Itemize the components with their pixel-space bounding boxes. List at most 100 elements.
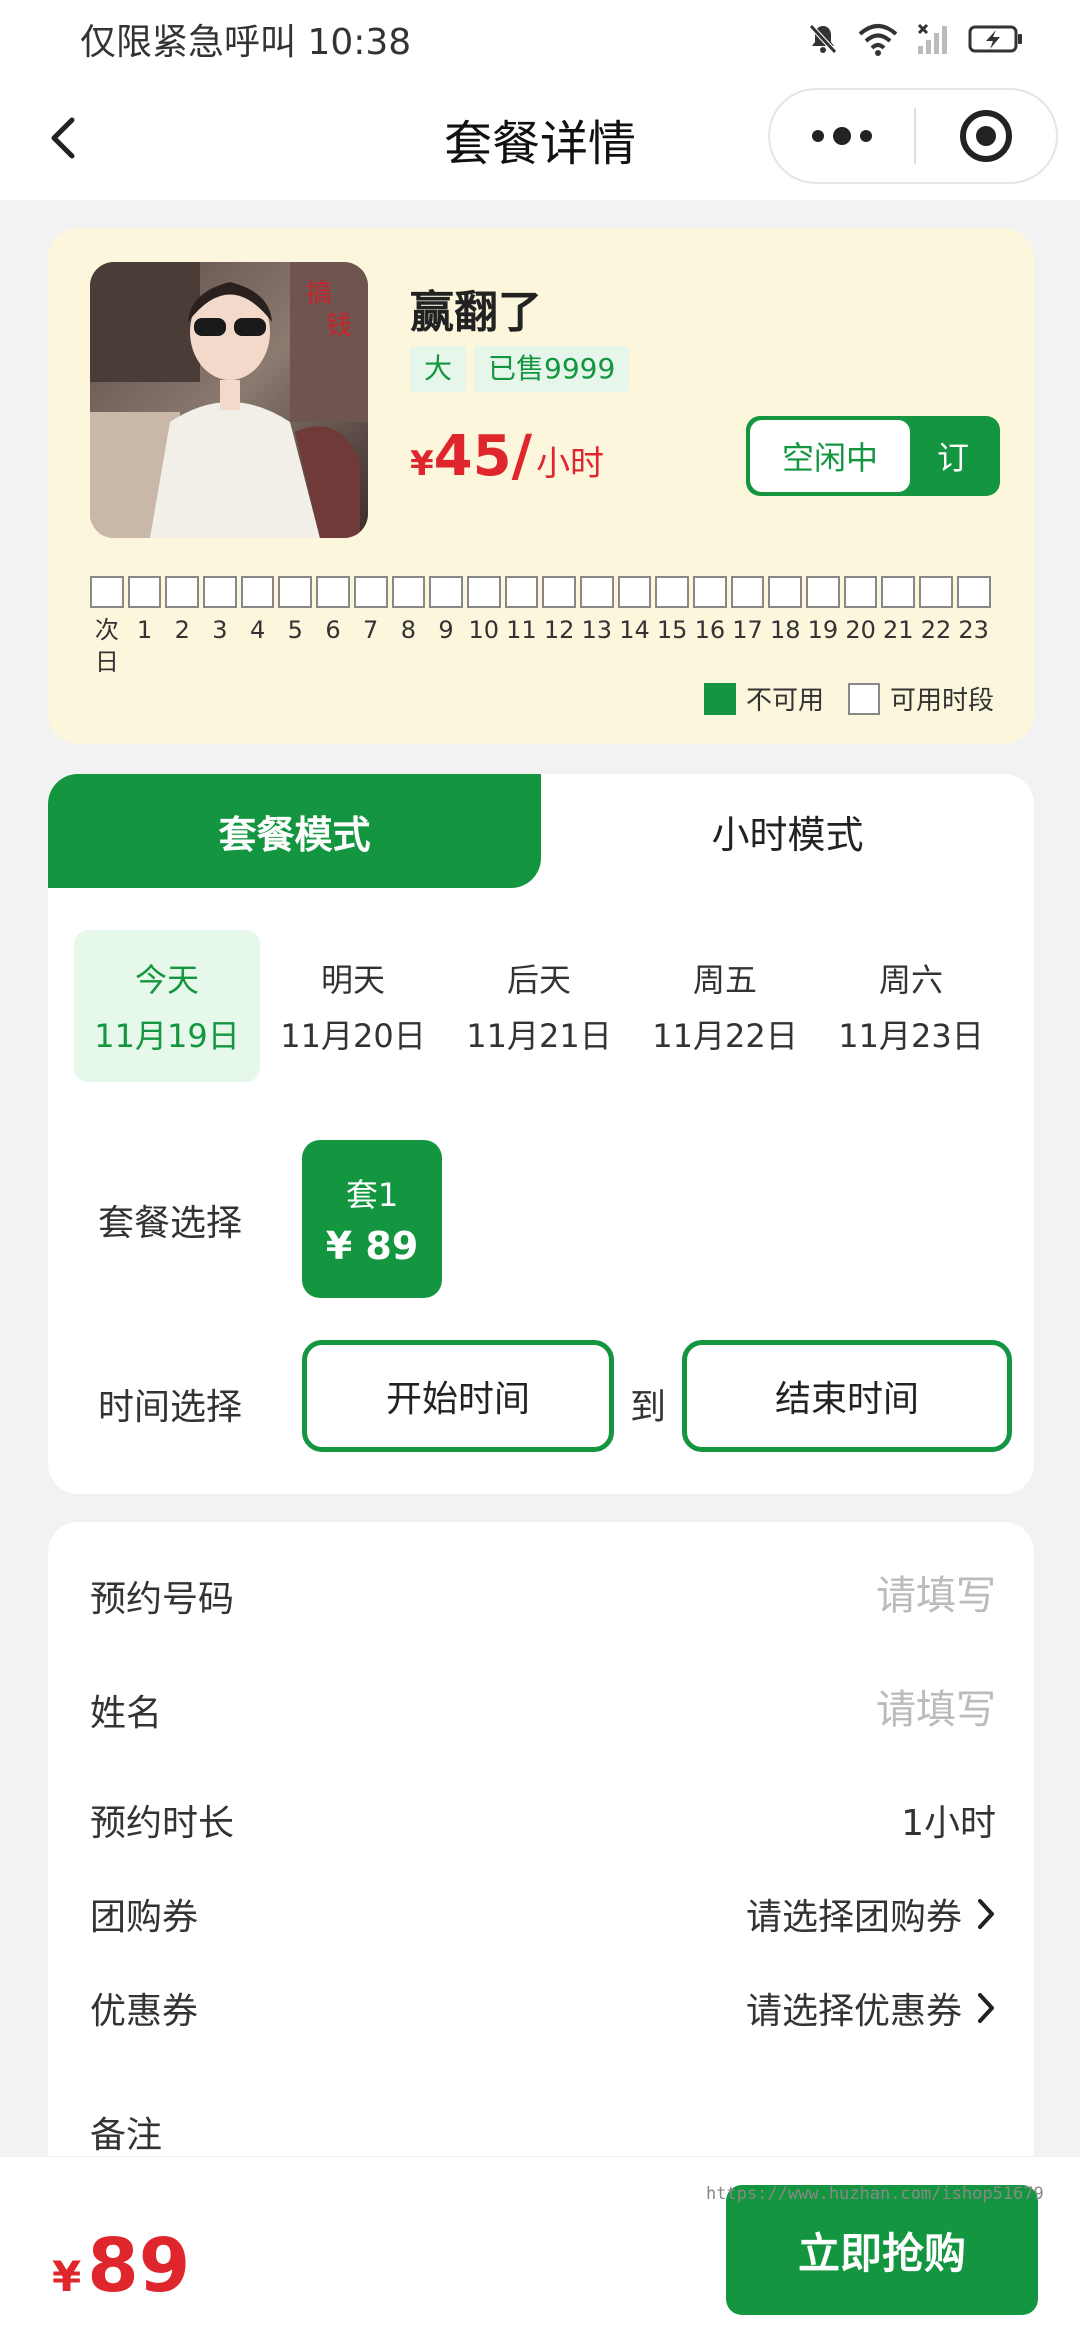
hour-label: 19 bbox=[807, 616, 839, 644]
hour-slot bbox=[843, 576, 878, 608]
package-option-1[interactable]: 套1 ¥ 89 bbox=[302, 1140, 442, 1298]
date-selector: 今天 11月19日 明天 11月20日 后天 11月21日 周五 11月22日 … bbox=[74, 930, 1004, 1082]
date-value: 11月22日 bbox=[652, 1017, 798, 1055]
hour-label: 18 bbox=[769, 616, 801, 644]
date-day: 明天 bbox=[320, 961, 385, 999]
status-book-label: 订 bbox=[936, 439, 969, 477]
sold-count-tag: 已售9999 bbox=[474, 346, 630, 392]
duration-label: 预约时长 bbox=[90, 1803, 235, 1844]
hour-slot bbox=[278, 576, 313, 608]
coupon-select[interactable]: 请选择优惠券 bbox=[746, 1982, 996, 2034]
legend-free-swatch bbox=[847, 682, 880, 715]
total-currency: ¥ bbox=[52, 2252, 82, 2301]
hour-label: 3 bbox=[212, 616, 228, 644]
size-tag: 大 bbox=[410, 346, 467, 392]
hour-label: 13 bbox=[581, 616, 613, 644]
name-label: 姓名 bbox=[90, 1693, 163, 1734]
hour-boxes bbox=[90, 576, 996, 608]
hour-slot bbox=[466, 576, 501, 608]
phone-row: 预约号码 bbox=[90, 1570, 996, 1622]
date-day: 周五 bbox=[692, 961, 757, 999]
hour-label: 9 bbox=[438, 616, 454, 644]
hour-label: 23 bbox=[958, 616, 989, 644]
date-option-tomorrow[interactable]: 明天 11月20日 bbox=[260, 930, 446, 1082]
back-arrow-icon[interactable] bbox=[36, 108, 96, 168]
hourly-price: ¥ 45/ 小时 bbox=[410, 424, 604, 489]
time-to-label: 到 bbox=[630, 1387, 667, 1428]
group-coupon-select[interactable]: 请选择团购券 bbox=[746, 1888, 996, 1940]
date-day: 周六 bbox=[878, 961, 943, 999]
hour-slot bbox=[542, 576, 576, 608]
group-coupon-label: 团购券 bbox=[90, 1897, 199, 1938]
hour-slot bbox=[391, 576, 426, 608]
hour-slot bbox=[768, 576, 803, 608]
coupon-row[interactable]: 优惠券 请选择优惠券 bbox=[90, 1982, 996, 2034]
note-label: 备注 bbox=[90, 2115, 163, 2156]
tab-package-mode[interactable]: 套餐模式 bbox=[48, 774, 541, 888]
end-time-button[interactable]: 结束时间 bbox=[682, 1340, 1012, 1452]
hour-labels: 次日 1 2 3 4 5 6 7 8 9 10 11 12 13 14 15 16 17 18 19 20 21 22 23 bbox=[90, 614, 996, 678]
hour-slot bbox=[806, 576, 840, 608]
hour-slot bbox=[353, 576, 388, 608]
hour-label: 20 bbox=[845, 616, 876, 644]
room-tags: 大 已售9999 bbox=[410, 346, 630, 392]
more-dots-icon bbox=[812, 127, 872, 145]
phone-input[interactable] bbox=[696, 1573, 996, 1619]
hour-label: 10 bbox=[468, 616, 499, 644]
start-time-button[interactable]: 开始时间 bbox=[302, 1340, 614, 1452]
duration-row: 预约时长 1小时 bbox=[90, 1794, 996, 1846]
date-option-saturday[interactable]: 周六 11月23日 bbox=[818, 930, 1004, 1082]
duration-value: 1小时 bbox=[901, 1803, 996, 1844]
hour-label: 11 bbox=[506, 616, 537, 644]
buy-now-button[interactable]: 立即抢购 bbox=[726, 2185, 1038, 2315]
hour-label: 7 bbox=[363, 616, 379, 644]
group-coupon-row[interactable]: 团购券 请选择团购券 bbox=[90, 1888, 996, 1940]
hour-label: 15 bbox=[656, 616, 688, 644]
total-value: 89 bbox=[87, 2223, 191, 2309]
price-currency: ¥ bbox=[410, 444, 434, 484]
availability-status[interactable]: 空闲中 订 bbox=[746, 416, 1000, 496]
hour-slot bbox=[693, 576, 727, 608]
hour-label: 5 bbox=[287, 616, 303, 644]
close-mini-program-button[interactable] bbox=[916, 90, 1056, 182]
hour-label: 12 bbox=[543, 616, 575, 644]
signal-icon bbox=[917, 23, 947, 54]
date-option-day-after[interactable]: 后天 11月21日 bbox=[446, 930, 632, 1082]
hour-slot bbox=[240, 576, 275, 608]
note-row[interactable]: 备注 bbox=[90, 2106, 996, 2158]
mode-tabs: 套餐模式 小时模式 bbox=[48, 774, 1034, 888]
package-name: 套1 bbox=[345, 1176, 399, 1214]
legend: 不可用 可用时段 bbox=[703, 680, 994, 717]
tab-hour-mode[interactable]: 小时模式 bbox=[541, 774, 1034, 888]
total-price: ¥ 89 bbox=[52, 2223, 190, 2309]
name-input[interactable] bbox=[696, 1687, 996, 1733]
price-value: 45/ bbox=[433, 424, 533, 489]
hour-slot bbox=[730, 576, 765, 608]
legend-used-label: 不可用 bbox=[745, 686, 824, 716]
package-price: ¥ 89 bbox=[325, 1224, 419, 1268]
hour-slot bbox=[203, 576, 237, 608]
hour-slot bbox=[127, 576, 162, 608]
hour-slot bbox=[956, 576, 991, 608]
battery-icon bbox=[968, 25, 1022, 53]
room-image: 搞 钱 bbox=[90, 262, 368, 538]
svg-text:钱: 钱 bbox=[326, 311, 352, 341]
phone-label: 预约号码 bbox=[90, 1579, 235, 1620]
hour-label: 22 bbox=[920, 616, 952, 644]
package-select-label: 套餐选择 bbox=[98, 1203, 243, 1244]
hour-label: 17 bbox=[732, 616, 763, 644]
chevron-right-icon bbox=[978, 1899, 994, 1929]
date-value: 11月20日 bbox=[280, 1017, 426, 1055]
target-close-icon bbox=[960, 110, 1012, 162]
date-value: 11月21日 bbox=[466, 1017, 612, 1055]
hour-slot bbox=[881, 576, 916, 608]
date-option-friday[interactable]: 周五 11月22日 bbox=[632, 930, 818, 1082]
hour-label: 6 bbox=[325, 616, 341, 644]
hour-slot bbox=[429, 576, 463, 608]
status-icons bbox=[806, 22, 1024, 56]
status-bar: 仅限紧急呼叫 10:38 bbox=[0, 0, 1080, 78]
date-option-today[interactable]: 今天 11月19日 bbox=[74, 930, 260, 1082]
more-button[interactable] bbox=[770, 90, 914, 182]
room-card: 搞 钱 赢翻了 大 已售9999 ¥ 45/ 小时 空闲中 订 次日 1 2 3 4 5 6… bbox=[48, 228, 1034, 744]
room-name: 赢翻了 bbox=[410, 287, 542, 338]
